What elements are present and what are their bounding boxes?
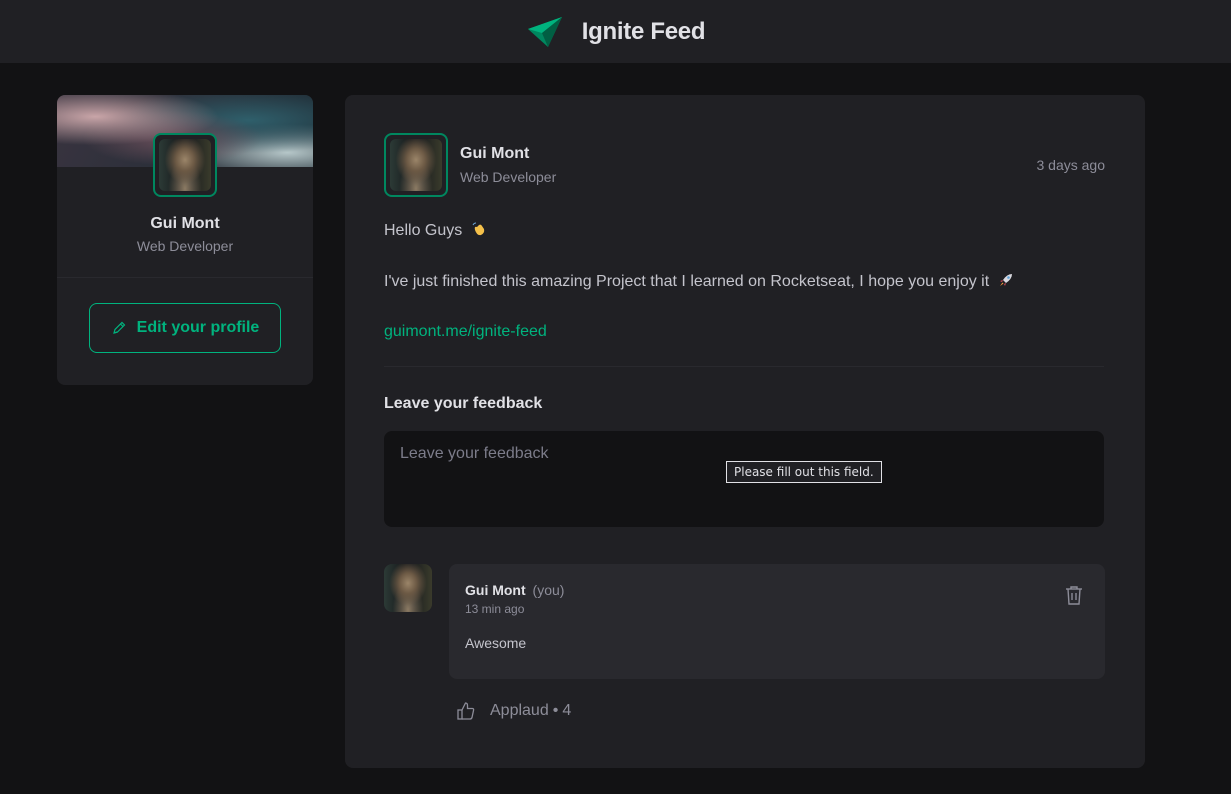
divider bbox=[384, 366, 1104, 367]
validation-tooltip: Please fill out this field. bbox=[726, 461, 882, 483]
avatar-image bbox=[390, 139, 442, 191]
post-card: Gui Mont Web Developer 3 days ago Hello … bbox=[345, 95, 1145, 768]
edit-profile-button[interactable]: Edit your profile bbox=[89, 303, 281, 353]
logo-icon bbox=[527, 16, 562, 47]
avatar-image bbox=[384, 564, 432, 612]
post-greeting: Hello Guys bbox=[384, 218, 1104, 244]
separator-dot: • bbox=[552, 702, 559, 719]
divider bbox=[57, 277, 313, 278]
comment-author-name: Gui Mont bbox=[465, 582, 526, 598]
greeting-text: Hello Guys bbox=[384, 222, 463, 239]
profile-sidebar: Gui Mont Web Developer Edit your profile bbox=[57, 95, 313, 385]
app-header: Ignite Feed bbox=[0, 0, 1231, 63]
body-text: I've just finished this amazing Project … bbox=[384, 272, 990, 290]
applaud-count: 4 bbox=[562, 702, 572, 719]
feedback-title: Leave your feedback bbox=[384, 395, 543, 412]
comment-timestamp: 13 min ago bbox=[465, 602, 525, 616]
post-author-role: Web Developer bbox=[460, 169, 557, 185]
comment-card: Gui Mont (you) 13 min ago Awesome bbox=[449, 564, 1105, 679]
post-author-avatar[interactable] bbox=[384, 133, 448, 197]
app-title: Ignite Feed bbox=[581, 17, 706, 45]
post-content: Hello Guys I've just finished this amazi… bbox=[384, 218, 1104, 370]
comment-you-label: (you) bbox=[532, 582, 565, 598]
post-author-name: Gui Mont bbox=[460, 145, 530, 162]
post-link[interactable]: guimont.me/ignite-feed bbox=[384, 323, 547, 340]
trash-icon[interactable] bbox=[1063, 584, 1085, 606]
profile-name: Gui Mont bbox=[150, 215, 220, 232]
applaud-label-group: Applaud • 4 bbox=[490, 702, 571, 720]
post-body: I've just finished this amazing Project … bbox=[384, 269, 1104, 295]
comment-text: Awesome bbox=[465, 635, 527, 651]
comment-author-avatar[interactable] bbox=[384, 564, 432, 612]
comment-author: Gui Mont (you) bbox=[465, 582, 564, 598]
rocket-icon bbox=[999, 273, 1012, 286]
profile-avatar bbox=[153, 133, 217, 197]
applaud-label: Applaud bbox=[490, 702, 549, 719]
applaud-button[interactable]: Applaud • 4 bbox=[456, 701, 571, 721]
waving-hand-icon bbox=[472, 222, 484, 236]
post-timestamp: 3 days ago bbox=[1036, 157, 1106, 173]
post-link-paragraph: guimont.me/ignite-feed bbox=[384, 319, 1104, 345]
edit-profile-label: Edit your profile bbox=[136, 319, 260, 336]
avatar-image bbox=[159, 139, 211, 191]
pencil-icon bbox=[112, 321, 126, 334]
thumbs-up-icon bbox=[457, 702, 475, 720]
profile-role: Web Developer bbox=[136, 238, 234, 254]
